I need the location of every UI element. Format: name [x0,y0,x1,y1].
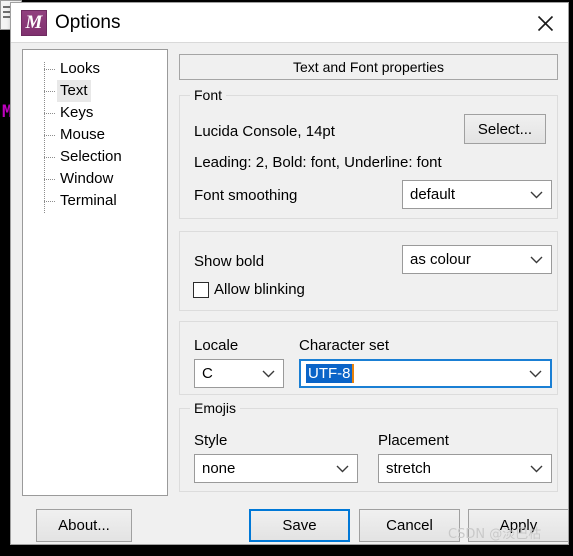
sidebar-item-label: Text [57,80,91,102]
chevron-down-icon [530,181,543,208]
font-attributes-text: Leading: 2, Bold: font, Underline: font [194,154,442,171]
dialog-footer: About... Save Cancel Apply [11,503,569,544]
show-bold-select[interactable]: as colour [402,245,552,274]
emoji-style-label: Style [194,432,228,449]
sidebar-item-label: Selection [60,148,122,165]
emoji-placement-select[interactable]: stretch [378,454,552,483]
font-group-title: Font [190,87,227,103]
settings-category-tree[interactable]: Looks Text Keys Mouse Selection Window T… [22,49,168,496]
font-smoothing-value: default [410,186,456,203]
show-bold-value: as colour [410,251,471,268]
sidebar-item-label: Terminal [60,192,117,209]
locale-label: Locale [194,337,239,354]
font-description-text: Lucida Console, 14pt [194,123,335,140]
page-title: Options [55,12,121,33]
font-smoothing-select[interactable]: default [402,180,552,209]
locale-charset-group: Locale C Character set UTF-8 [179,321,558,395]
settings-content-panel: Text and Font properties Font Lucida Con… [179,49,558,496]
font-smoothing-label: Font smoothing [194,187,298,204]
sidebar-item-label: Keys [60,104,94,121]
mintty-m-icon: M [21,10,47,36]
tab-text-and-font-properties[interactable]: Text and Font properties [179,54,558,80]
emoji-style-select[interactable]: none [194,454,358,483]
sidebar-item-label: Looks [60,60,101,77]
sidebar-item-label: Window [60,170,114,187]
allow-blinking-checkbox[interactable]: Allow blinking [193,281,305,299]
locale-select[interactable]: C [194,359,284,388]
tree-branch-line [44,91,55,92]
tree-branch-line [44,69,55,70]
about-button[interactable]: About... [36,509,132,542]
bold-blink-group: Show bold as colour Allow blinking [179,231,558,311]
tree-branch-line [44,113,55,114]
chevron-down-icon [529,361,542,386]
emoji-style-value: none [202,460,236,477]
tree-trunk-line [44,62,45,213]
select-font-button[interactable]: Select... [464,114,546,144]
sidebar-item-label: Mouse [60,126,106,143]
title-bar: M Options [11,3,568,43]
close-icon[interactable] [522,3,568,42]
chevron-down-icon [530,246,543,273]
dialog-body: Looks Text Keys Mouse Selection Window T… [11,43,569,544]
character-set-label: Character set [299,337,390,354]
emoji-placement-value: stretch [386,460,432,477]
chevron-down-icon [336,455,349,482]
cancel-button[interactable]: Cancel [359,509,460,542]
emojis-group-title: Emojis [190,400,241,416]
font-group: Font Lucida Console, 14pt Select... Lead… [179,87,558,219]
checkbox-box-icon [193,282,209,298]
allow-blinking-label: Allow blinking [214,281,305,298]
locale-value: C [202,365,213,382]
emojis-group: Emojis Style none Placement stretch [179,400,558,492]
character-set-select[interactable]: UTF-8 [299,359,552,388]
options-dialog: M Options Looks Text Keys Mouse Selectio… [10,2,569,545]
character-set-value-wrap: UTF-8 [306,361,354,386]
tree-branch-line [44,157,55,158]
tree-branch-line [44,201,55,202]
emoji-placement-label: Placement [378,432,449,449]
chevron-down-icon [262,360,275,387]
save-button[interactable]: Save [249,509,350,542]
chevron-down-icon [530,455,543,482]
apply-button[interactable]: Apply [468,509,569,542]
tree-branch-line [44,135,55,136]
tree-branch-line [44,179,55,180]
character-set-value: UTF-8 [306,364,354,383]
show-bold-label: Show bold [194,253,265,270]
